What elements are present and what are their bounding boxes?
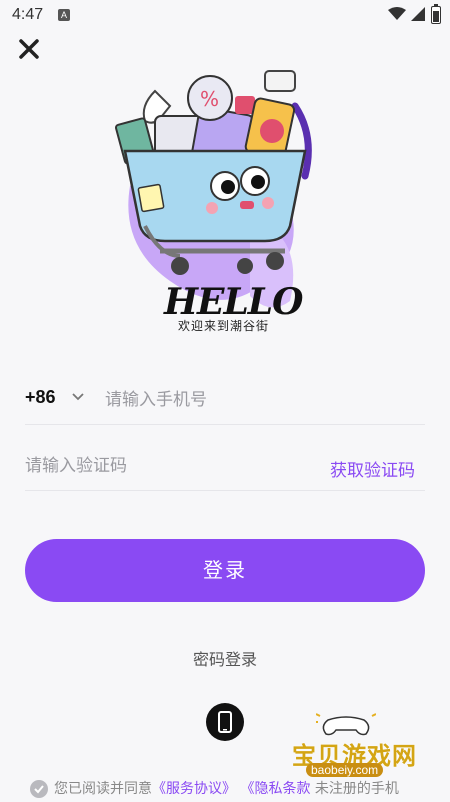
get-code-button[interactable]: 获取验证码 <box>330 456 415 481</box>
chevron-down-icon[interactable] <box>72 393 84 401</box>
phone-number-row: +86 <box>25 378 425 425</box>
svg-text:%: % <box>200 87 219 111</box>
agreement-suffix: 未注册的手机 <box>314 781 399 797</box>
phone-icon <box>218 711 232 733</box>
verification-code-row: 获取验证码 <box>25 444 425 491</box>
country-code[interactable]: +86 <box>25 387 56 408</box>
check-icon[interactable] <box>30 780 48 798</box>
signal-icon <box>411 7 425 21</box>
close-icon[interactable] <box>16 36 42 62</box>
agreement-prefix: 您已阅读并同意 <box>54 781 152 797</box>
a-icon: A <box>58 9 70 21</box>
login-button[interactable]: 登录 <box>25 539 425 602</box>
verification-code-input[interactable] <box>25 448 285 484</box>
gamepad-icon <box>316 713 376 736</box>
status-bar: 4:47 A <box>0 0 450 32</box>
phone-login-button[interactable] <box>206 703 244 741</box>
password-login-link[interactable]: 密码登录 <box>0 646 450 670</box>
watermark-url: baobeiy.com <box>306 763 384 777</box>
wifi-icon <box>388 7 406 20</box>
battery-icon <box>431 4 441 24</box>
privacy-link[interactable]: 《隐私条款 <box>240 781 310 797</box>
welcome-text: 欢迎来到潮谷街 <box>178 319 270 333</box>
watermark: 宝贝游戏网 baobeiy.com <box>272 712 442 782</box>
status-time: 4:47 <box>12 6 44 23</box>
phone-number-input[interactable] <box>105 382 405 418</box>
service-agreement-link[interactable]: 《服务协议》 <box>152 781 236 797</box>
